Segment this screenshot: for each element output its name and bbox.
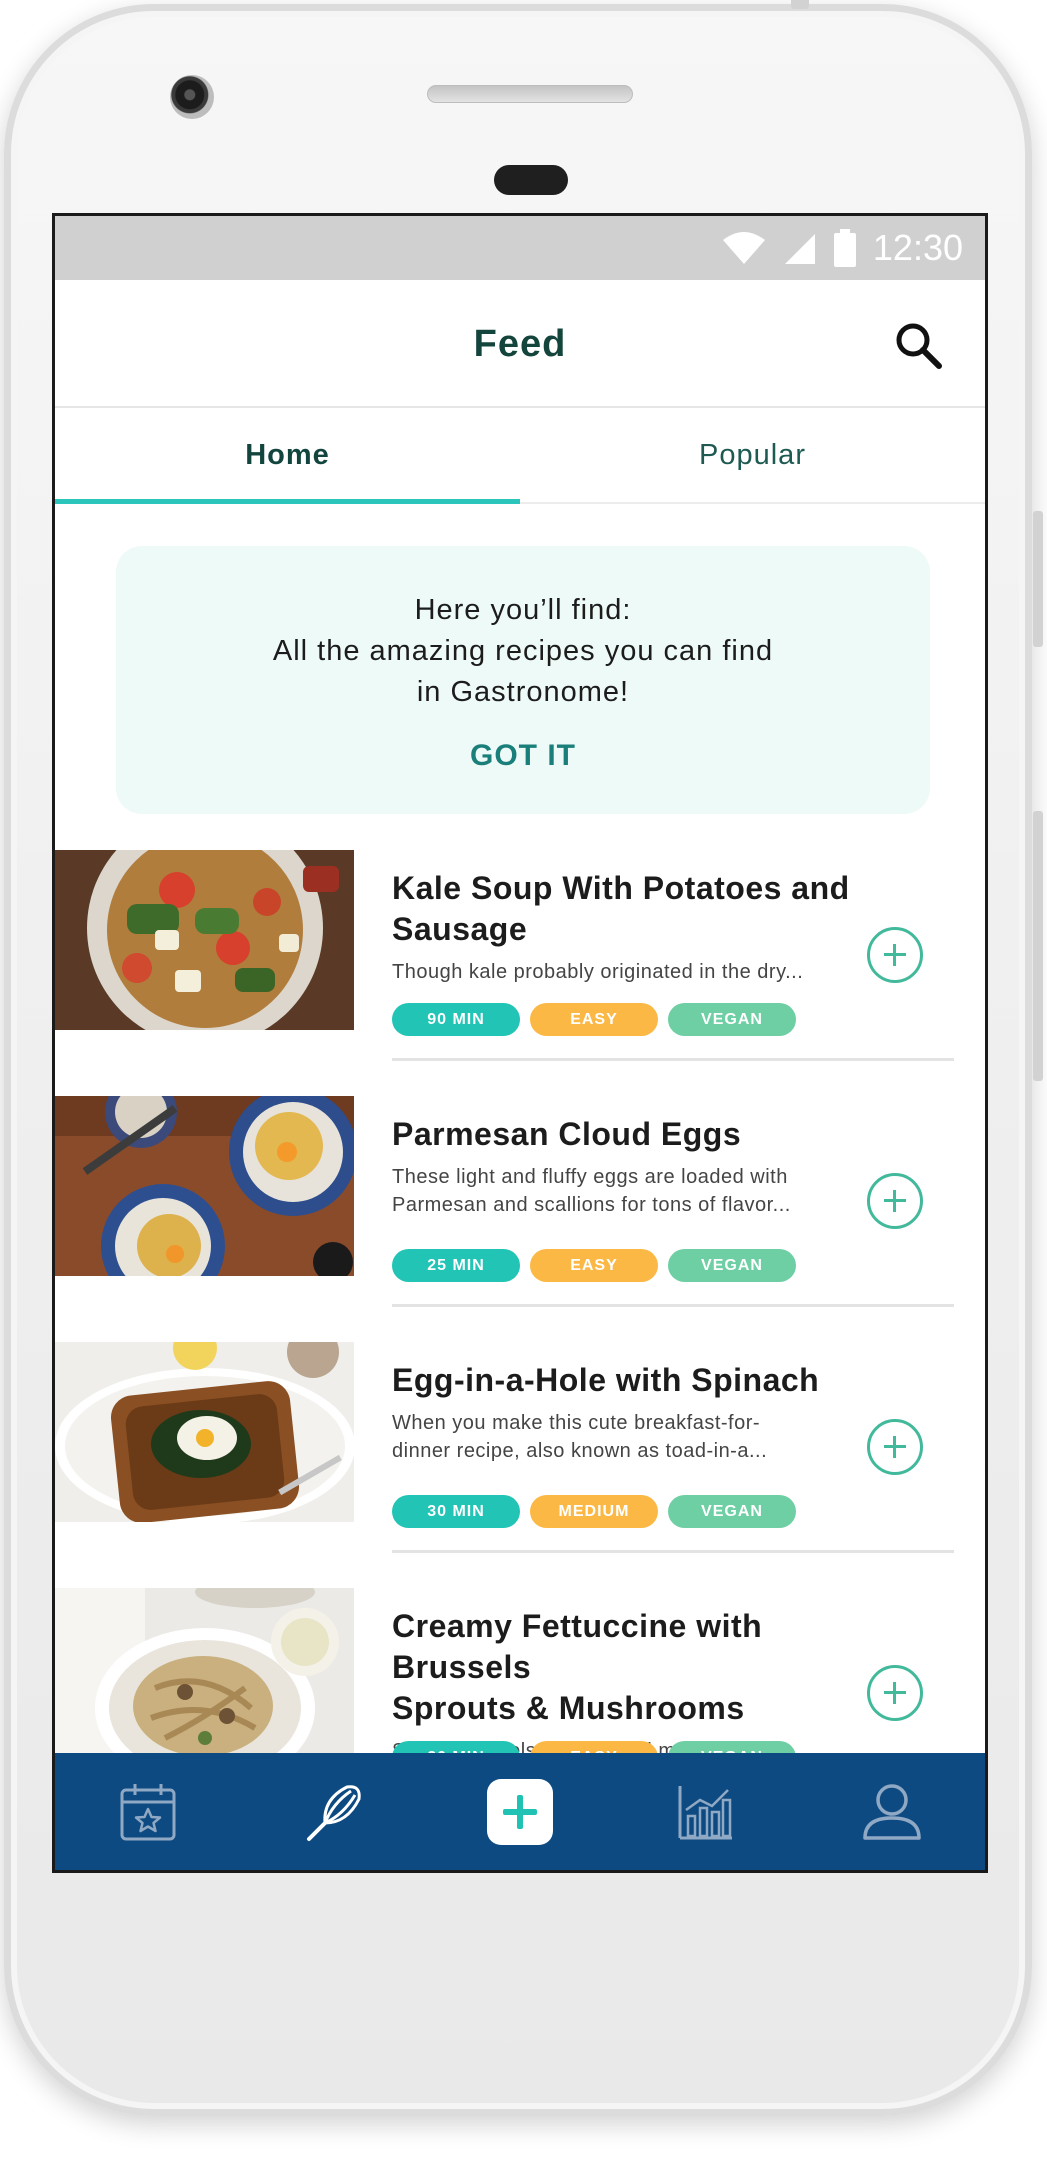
diet-badge: VEGAN <box>668 1495 796 1528</box>
app-bar: Feed <box>55 280 985 408</box>
add-recipe-button[interactable] <box>867 1419 923 1475</box>
recipe-tags: 25 MIN EASY VEGAN <box>392 1249 796 1282</box>
difficulty-badge: EASY <box>530 1249 658 1282</box>
nav-planner[interactable] <box>103 1772 193 1852</box>
recipe-tags: 30 MIN MEDIUM VEGAN <box>392 1495 796 1528</box>
add-recipe-button[interactable] <box>867 927 923 983</box>
search-icon <box>896 323 942 369</box>
wifi-icon <box>722 232 765 264</box>
phone-power-button <box>1033 511 1043 647</box>
whisk-icon <box>307 1784 361 1841</box>
add-icon <box>487 1778 553 1845</box>
nav-profile[interactable] <box>847 1772 937 1852</box>
profile-icon <box>863 1783 921 1840</box>
stats-chart-icon <box>678 1785 732 1839</box>
diet-badge: VEGAN <box>668 1003 796 1036</box>
page-title: Feed <box>473 323 567 365</box>
active-tab-indicator <box>55 499 520 504</box>
search-button[interactable] <box>893 320 945 372</box>
status-time: 12:30 <box>872 227 963 268</box>
recipe-image <box>55 1342 354 1522</box>
tab-home[interactable]: Home <box>55 410 520 502</box>
recipe-image <box>55 850 354 1030</box>
add-recipe-button[interactable] <box>867 1665 923 1721</box>
recipe-image <box>55 1096 354 1276</box>
recipe-info: Parmesan Cloud Eggs These light and fluf… <box>392 1114 872 1219</box>
recipe-title: Parmesan Cloud Eggs <box>392 1116 742 1152</box>
add-recipe-button[interactable] <box>867 1173 923 1229</box>
earpiece-speaker <box>427 85 633 103</box>
nav-recipes[interactable] <box>289 1772 379 1852</box>
card-divider <box>392 1304 954 1307</box>
time-badge: 25 MIN <box>392 1249 520 1282</box>
recipe-card[interactable]: Kale Soup With Potatoes and Sausage Thou… <box>55 850 985 1096</box>
diet-badge: VEGAN <box>668 1249 796 1282</box>
banner-line: All the amazing recipes you can find <box>272 635 774 667</box>
info-banner: Here you’ll find: All the amazing recipe… <box>116 546 930 814</box>
recipe-title: Kale Soup With Potatoes and Sausage <box>392 870 850 947</box>
difficulty-badge: EASY <box>530 1003 658 1036</box>
banner-line: in Gastronome! <box>416 676 630 708</box>
feed-tabs: Home Popular <box>55 410 985 504</box>
status-bar: 12:30 <box>55 216 985 280</box>
banner-message: Here you’ll find: All the amazing recipe… <box>116 546 930 713</box>
phone-volume-button <box>1033 811 1043 1081</box>
recipe-card[interactable]: Parmesan Cloud Eggs These light and fluf… <box>55 1096 985 1342</box>
cellular-signal-icon <box>784 234 815 264</box>
recipe-description: Though kale probably originated in the d… <box>392 961 804 983</box>
card-divider <box>392 1550 954 1553</box>
recipe-info: Kale Soup With Potatoes and Sausage Thou… <box>392 868 872 986</box>
recipe-tags: 90 MIN EASY VEGAN <box>392 1003 796 1036</box>
phone-top-button <box>791 0 809 9</box>
nav-add[interactable] <box>475 1772 565 1852</box>
banner-line: Here you’ll find: <box>414 594 632 626</box>
difficulty-badge: MEDIUM <box>530 1495 658 1528</box>
calendar-star-icon <box>120 1783 176 1840</box>
proximity-sensor <box>494 165 568 195</box>
front-camera <box>170 75 214 119</box>
time-badge: 90 MIN <box>392 1003 520 1036</box>
bottom-navigation <box>55 1753 985 1870</box>
recipe-description: When you make this cute breakfast-for- d… <box>392 1412 768 1462</box>
recipe-image <box>55 1588 354 1768</box>
recipe-card[interactable]: Egg-in-a-Hole with Spinach When you make… <box>55 1342 985 1588</box>
recipe-title: Egg-in-a-Hole with Spinach <box>392 1362 820 1398</box>
card-divider <box>392 1058 954 1061</box>
recipe-description: These light and fluffy eggs are loaded w… <box>392 1166 791 1216</box>
nav-stats[interactable] <box>661 1772 751 1852</box>
got-it-button[interactable]: GOT IT <box>470 739 576 773</box>
battery-icon <box>833 229 856 267</box>
app-screen: 12:30 Feed Home Popular Here you’ll find… <box>52 213 988 1873</box>
recipe-info: Egg-in-a-Hole with Spinach When you make… <box>392 1360 872 1465</box>
time-badge: 30 MIN <box>392 1495 520 1528</box>
recipe-title: Creamy Fettuccine with Brussels Sprouts … <box>392 1608 763 1726</box>
tab-popular[interactable]: Popular <box>520 410 985 502</box>
